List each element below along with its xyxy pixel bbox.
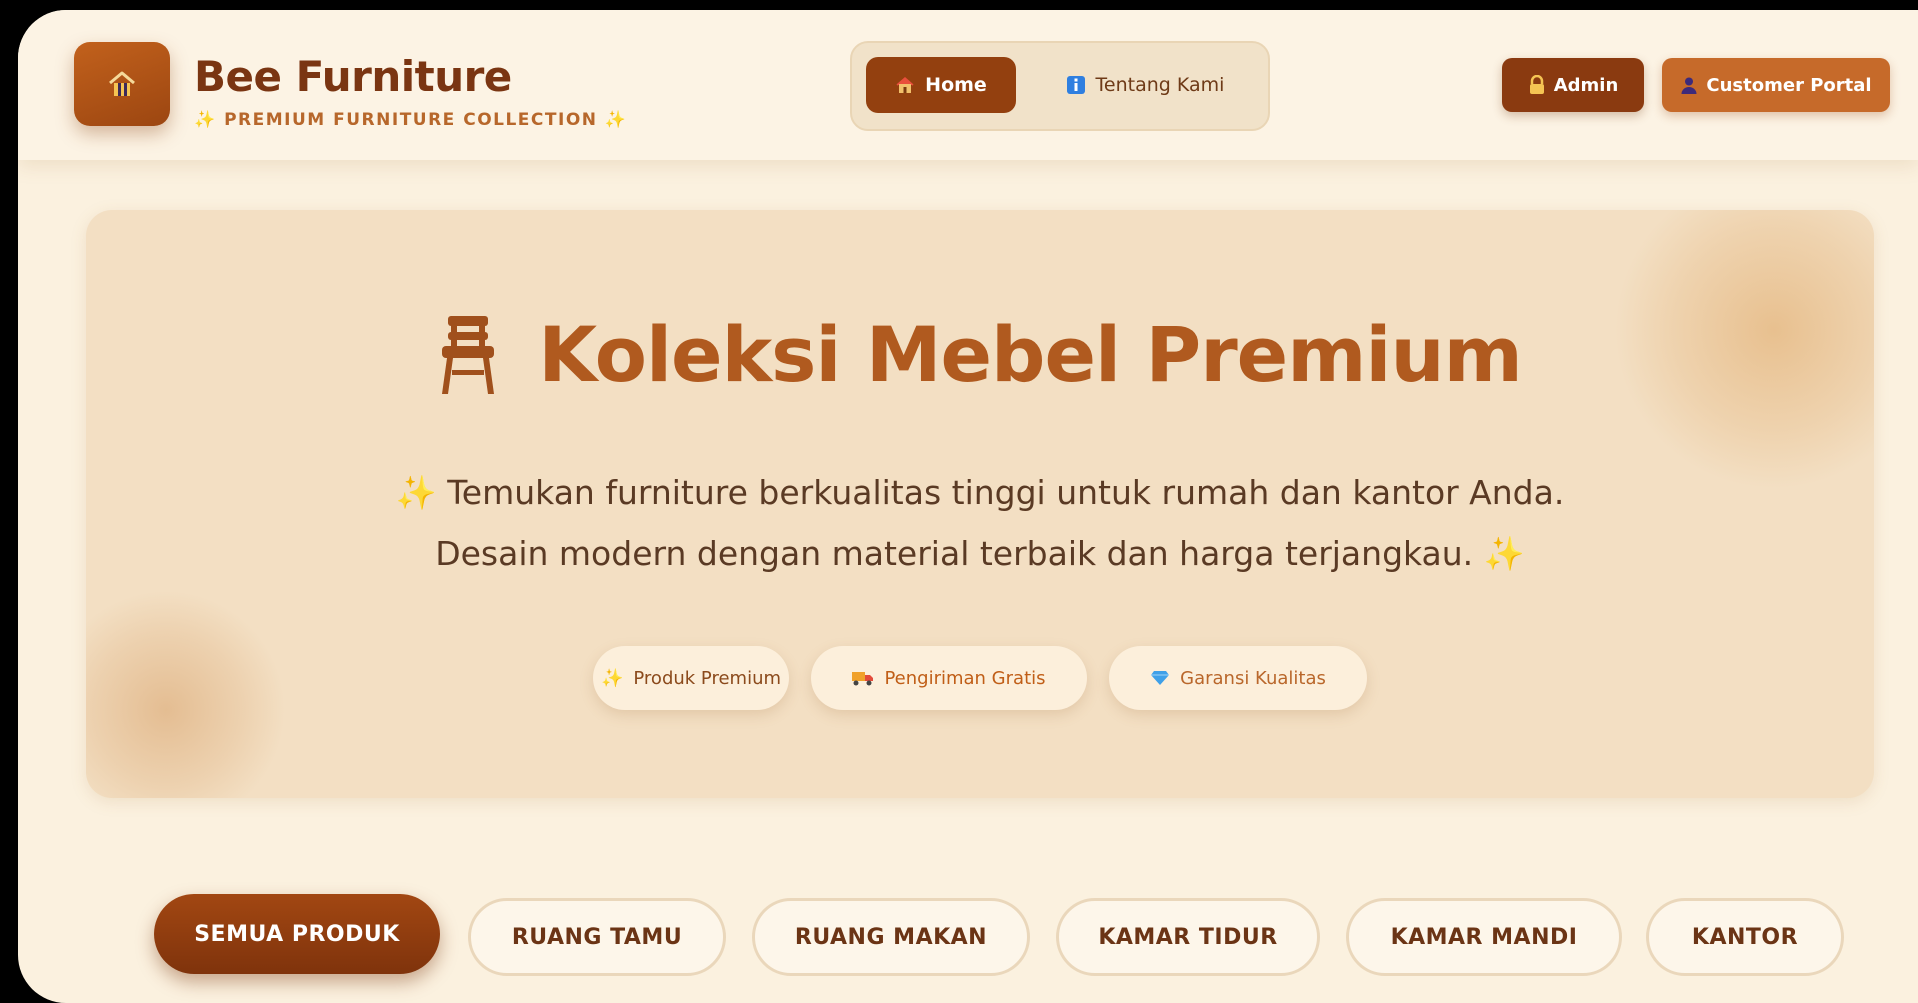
category-bathroom-button[interactable]: KAMAR MANDI bbox=[1346, 898, 1622, 976]
app-window: Bee Furniture ✨ PREMIUM FURNITURE COLLEC… bbox=[18, 10, 1918, 1003]
truck-icon bbox=[852, 672, 874, 686]
main-nav: Home Tentang Kami bbox=[850, 41, 1270, 131]
nav-home-label: Home bbox=[925, 74, 987, 96]
hero-banner: Koleksi Mebel Premium ✨ Temukan furnitur… bbox=[86, 210, 1874, 798]
chair-icon bbox=[442, 315, 495, 394]
category-all-button[interactable]: SEMUA PRODUK bbox=[154, 894, 440, 974]
brand-name: Bee Furniture bbox=[194, 52, 512, 101]
diamond-icon bbox=[1151, 671, 1170, 685]
category-dining-room-button[interactable]: RUANG MAKAN bbox=[752, 898, 1030, 976]
feature-label: Pengiriman Gratis bbox=[884, 667, 1046, 689]
feature-badge-premium: ✨ Produk Premium bbox=[593, 646, 789, 710]
feature-badges: ✨ Produk Premium Pengiriman Gratis Garan… bbox=[86, 646, 1874, 710]
category-living-room-button[interactable]: RUANG TAMU bbox=[468, 898, 726, 976]
hero-subtitle-text: Temukan furniture berkualitas tinggi unt… bbox=[435, 473, 1565, 573]
user-icon bbox=[1681, 77, 1697, 94]
feature-label: Garansi Kualitas bbox=[1180, 667, 1326, 689]
admin-label: Admin bbox=[1553, 74, 1619, 96]
customer-portal-label: Customer Portal bbox=[1706, 74, 1872, 96]
brand-tagline: ✨ PREMIUM FURNITURE COLLECTION ✨ bbox=[194, 110, 628, 130]
feature-badge-warranty: Garansi Kualitas bbox=[1109, 646, 1367, 710]
customer-portal-button[interactable]: Customer Portal bbox=[1662, 58, 1890, 112]
nav-about-button[interactable]: Tentang Kami bbox=[1042, 57, 1248, 113]
hero-title: Koleksi Mebel Premium bbox=[86, 310, 1874, 399]
sparkles-icon: ✨ bbox=[395, 473, 437, 512]
category-office-button[interactable]: KANTOR bbox=[1646, 898, 1844, 976]
info-icon bbox=[1066, 76, 1085, 94]
admin-button[interactable]: Admin bbox=[1502, 58, 1644, 112]
feature-label: Produk Premium bbox=[633, 667, 782, 689]
nav-home-button[interactable]: Home bbox=[866, 57, 1016, 113]
hero-subtitle: ✨ Temukan furniture berkualitas tinggi u… bbox=[346, 462, 1614, 584]
hero-title-text: Koleksi Mebel Premium bbox=[538, 310, 1523, 399]
logo[interactable] bbox=[74, 42, 170, 126]
lock-icon bbox=[1529, 75, 1544, 94]
sparkles-icon: ✨ bbox=[600, 667, 624, 689]
feature-badge-shipping: Pengiriman Gratis bbox=[811, 646, 1087, 710]
nav-about-label: Tentang Kami bbox=[1095, 74, 1225, 96]
top-header: Bee Furniture ✨ PREMIUM FURNITURE COLLEC… bbox=[18, 10, 1918, 160]
category-bedroom-button[interactable]: KAMAR TIDUR bbox=[1056, 898, 1320, 976]
sparkles-icon: ✨ bbox=[1483, 534, 1525, 573]
bee-house-icon bbox=[109, 71, 135, 96]
category-filter: SEMUA PRODUK RUANG TAMU RUANG MAKAN KAMA… bbox=[138, 888, 1844, 976]
house-icon bbox=[896, 77, 914, 93]
